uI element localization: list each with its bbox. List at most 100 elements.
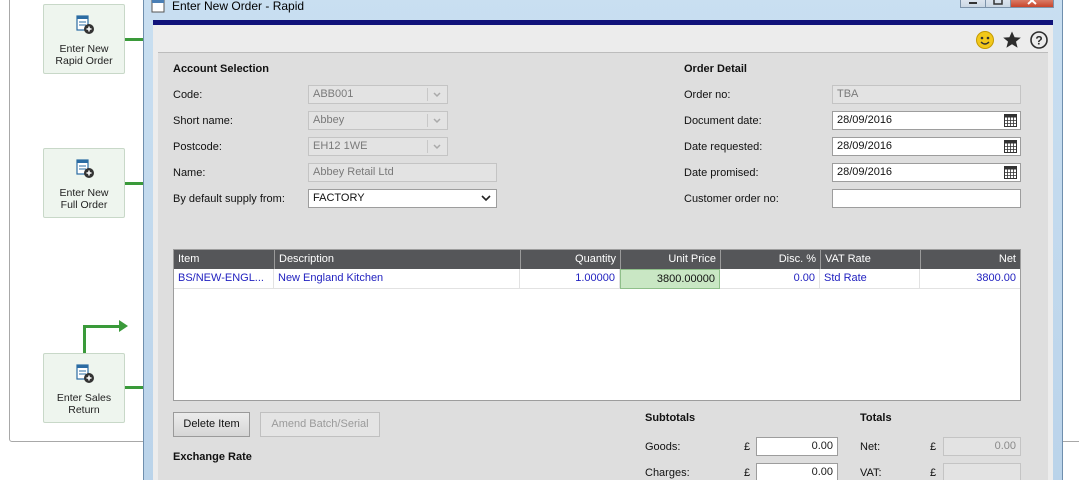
title-bar: Enter New Order - Rapid [144, 0, 1062, 19]
workflow-node-full-order[interactable]: Enter New Full Order [43, 148, 125, 218]
charges-field[interactable]: 0.00 [756, 463, 838, 480]
arrow-right-icon [119, 320, 128, 332]
charges-label: Charges: [645, 467, 690, 479]
column-header-discount[interactable]: Disc. % [720, 250, 820, 269]
chevron-down-icon [427, 114, 441, 127]
goods-currency: £ [744, 441, 751, 453]
smiley-icon[interactable] [975, 30, 995, 50]
minimize-icon [969, 2, 977, 4]
document-date-value: 28/09/2016 [837, 114, 893, 126]
date-promised-label: Date promised: [684, 167, 759, 179]
order-detail-heading: Order Detail [684, 63, 747, 75]
exchange-rate-heading: Exchange Rate [173, 451, 252, 463]
cell-unit-price[interactable]: 3800.00000 [620, 269, 720, 289]
cell-description[interactable]: New England Kitchen [274, 269, 520, 289]
amend-batch-serial-button[interactable]: Amend Batch/Serial [260, 412, 380, 437]
column-header-quantity[interactable]: Quantity [520, 250, 620, 269]
supply-from-select[interactable]: FACTORY [308, 189, 497, 208]
order-no-field[interactable]: TBA [832, 85, 1021, 104]
customer-order-no-field[interactable] [832, 189, 1021, 208]
customer-order-no-label: Customer order no: [684, 193, 779, 205]
column-header-description[interactable]: Description [274, 250, 520, 269]
chevron-down-icon [427, 88, 441, 101]
document-date-field[interactable]: 28/09/2016 [832, 111, 1021, 130]
code-field[interactable]: ABB001 [308, 85, 448, 104]
document-date-label: Document date: [684, 115, 762, 127]
workflow-node-label: Enter New Rapid Order [55, 43, 113, 67]
table-row[interactable]: BS/NEW-ENGL... New England Kitchen 1.000… [174, 269, 1020, 289]
calendar-icon[interactable] [1004, 140, 1017, 153]
cell-net[interactable]: 3800.00 [920, 269, 1020, 289]
close-icon [1027, 0, 1037, 5]
date-requested-label: Date requested: [684, 141, 763, 153]
vat-total-field[interactable] [943, 463, 1021, 480]
workflow-node-rapid-order[interactable]: Enter New Rapid Order [43, 4, 125, 74]
close-button[interactable] [1010, 0, 1054, 8]
maximize-icon [993, 0, 1003, 5]
date-promised-value: 28/09/2016 [837, 166, 893, 178]
date-promised-field[interactable]: 28/09/2016 [832, 163, 1021, 182]
name-label: Name: [173, 167, 206, 179]
cell-quantity[interactable]: 1.00000 [520, 269, 620, 289]
order-form-add-icon [76, 15, 94, 34]
order-form-add-icon [76, 159, 94, 178]
workflow-node-label: Enter Sales Return [56, 392, 112, 416]
date-requested-value: 28/09/2016 [837, 140, 893, 152]
goods-label: Goods: [645, 441, 681, 453]
column-header-net[interactable]: Net [920, 250, 1020, 269]
short-name-value: Abbey [313, 114, 345, 126]
calendar-icon[interactable] [1004, 114, 1017, 127]
net-total-label: Net: [860, 441, 881, 453]
workflow-connector [83, 325, 86, 353]
order-no-label: Order no: [684, 89, 731, 101]
header-toolbar: ? [975, 30, 1049, 50]
subtotals-heading: Subtotals [645, 412, 696, 424]
minimize-button[interactable] [960, 0, 986, 8]
supply-from-value: FACTORY [313, 192, 365, 204]
dialog-client-area: ? Account Selection Code: ABB001 Short n… [153, 20, 1053, 480]
order-form-add-icon [76, 364, 94, 383]
workflow-connector [125, 182, 145, 185]
postcode-value: EH12 1WE [313, 140, 368, 152]
net-total-currency: £ [930, 441, 937, 453]
vat-total-label: VAT: [860, 467, 882, 479]
name-field[interactable]: Abbey Retail Ltd [308, 163, 497, 182]
maximize-button[interactable] [985, 0, 1011, 8]
cell-vat-rate[interactable]: Std Rate [820, 269, 920, 289]
cell-item[interactable]: BS/NEW-ENGL... [174, 269, 274, 289]
goods-field[interactable]: 0.00 [756, 437, 838, 456]
workflow-node-sales-return[interactable]: Enter Sales Return [43, 353, 125, 423]
window-title: Enter New Order - Rapid [172, 0, 305, 13]
postcode-field[interactable]: EH12 1WE [308, 137, 448, 156]
charges-currency: £ [744, 467, 751, 479]
chevron-down-icon [427, 140, 441, 153]
order-lines-grid[interactable]: Item Description Quantity Unit Price Dis… [173, 249, 1021, 401]
order-dialog: Enter New Order - Rapid ? Account Select… [143, 0, 1063, 480]
short-name-field[interactable]: Abbey [308, 111, 448, 130]
net-total-field[interactable]: 0.00 [943, 437, 1021, 456]
vat-total-currency: £ [930, 467, 937, 479]
postcode-label: Postcode: [173, 141, 222, 153]
workflow-connector [83, 325, 120, 328]
cell-discount[interactable]: 0.00 [720, 269, 820, 289]
account-selection-heading: Account Selection [173, 63, 269, 75]
supply-from-label: By default supply from: [173, 193, 285, 205]
help-icon[interactable]: ? [1029, 30, 1049, 50]
workflow-node-label: Enter New Full Order [59, 187, 109, 211]
star-icon[interactable] [1002, 30, 1022, 50]
delete-item-button[interactable]: Delete Item [173, 412, 250, 437]
date-requested-field[interactable]: 28/09/2016 [832, 137, 1021, 156]
chevron-down-icon [481, 195, 491, 202]
grid-header: Item Description Quantity Unit Price Dis… [174, 250, 1020, 269]
svg-text:?: ? [1035, 34, 1042, 48]
order-form: Account Selection Code: ABB001 Short nam… [158, 52, 1048, 480]
code-value: ABB001 [313, 88, 354, 100]
column-header-vat-rate[interactable]: VAT Rate [820, 250, 920, 269]
column-header-unit-price[interactable]: Unit Price [620, 250, 720, 269]
column-header-item[interactable]: Item [174, 250, 274, 269]
header-band [153, 20, 1053, 25]
calendar-icon[interactable] [1004, 166, 1017, 179]
order-no-value: TBA [837, 88, 859, 100]
workflow-connector [125, 38, 145, 41]
name-value: Abbey Retail Ltd [313, 166, 394, 178]
